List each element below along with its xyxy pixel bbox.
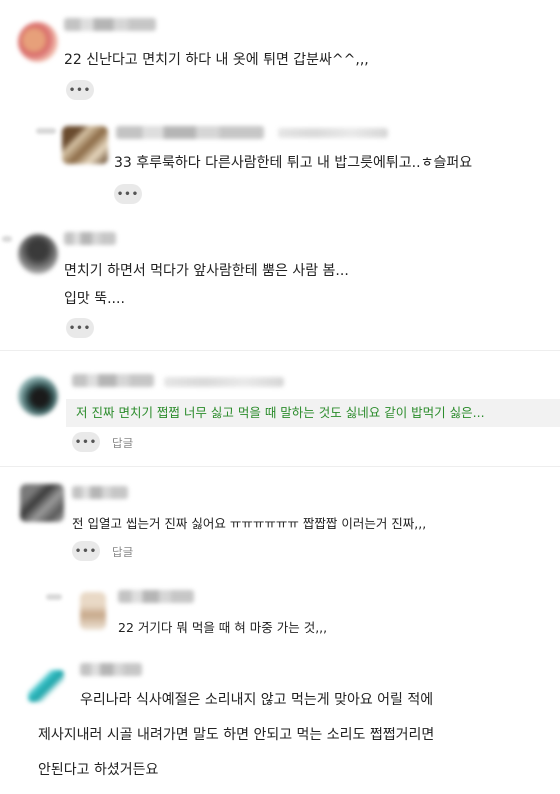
reply-indicator xyxy=(36,128,56,134)
avatar[interactable] xyxy=(18,376,58,416)
reply-indicator xyxy=(46,594,62,600)
timestamp-blurred xyxy=(164,377,284,387)
comment-text-line-3: 안된다고 하셨거든요 xyxy=(38,762,159,778)
timestamp-blurred xyxy=(278,128,388,138)
username-blurred xyxy=(80,663,142,676)
comment-text: 저 진짜 면치기 쩝쩝 너무 싫고 먹을 때 말하는 것도 싫네요 같이 밥먹기… xyxy=(76,405,485,420)
more-options-button[interactable]: ••• xyxy=(72,432,100,452)
username-blurred xyxy=(118,590,194,603)
username-blurred xyxy=(64,232,116,245)
reply-button[interactable]: 답글 xyxy=(112,544,133,560)
avatar[interactable] xyxy=(62,126,108,164)
avatar[interactable] xyxy=(20,484,64,522)
comment-text: 33 후루룩하다 다른사람한테 튀고 내 밥그릇에튀고..ㅎ슬퍼요 xyxy=(114,155,473,171)
avatar[interactable] xyxy=(80,592,106,630)
reply-indicator xyxy=(2,236,12,242)
more-options-button[interactable]: ••• xyxy=(114,184,142,204)
comment-text: 전 입열고 씹는거 진짜 싫어요 ㅠㅠㅠㅠㅠㅠ 짭짭짭 이러는거 진짜,,, xyxy=(72,516,427,531)
username-blurred xyxy=(116,126,264,139)
more-options-button[interactable]: ••• xyxy=(66,318,94,338)
comment-text-line-2: 입맛 뚝.... xyxy=(64,291,125,307)
avatar[interactable] xyxy=(18,22,58,62)
username-blurred xyxy=(72,486,128,499)
reply-button[interactable]: 답글 xyxy=(112,435,133,451)
comment-text-line-2: 제사지내러 시골 내려가면 말도 하면 안되고 먹는 소리도 쩝쩝거리면 xyxy=(38,727,435,743)
divider xyxy=(0,466,560,467)
avatar[interactable] xyxy=(18,234,58,274)
comment-text-line-1: 면치기 하면서 먹다가 앞사람한테 뿜은 사람 봄... xyxy=(64,263,349,279)
more-options-button[interactable]: ••• xyxy=(66,80,94,100)
comment-text: 22 거기다 뭐 먹을 때 혀 마중 가는 것,,, xyxy=(118,620,328,635)
more-options-button[interactable]: ••• xyxy=(72,541,100,561)
divider xyxy=(0,350,560,351)
username-blurred xyxy=(64,18,156,31)
username-blurred xyxy=(72,374,154,387)
avatar[interactable] xyxy=(28,670,64,702)
comment-text-line-1: 우리나라 식사예절은 소리내지 않고 먹는게 맞아요 어릴 적에 xyxy=(80,692,434,708)
comment-text: 22 신난다고 면치기 하다 내 옷에 튀면 갑분싸^^,,, xyxy=(64,52,369,68)
